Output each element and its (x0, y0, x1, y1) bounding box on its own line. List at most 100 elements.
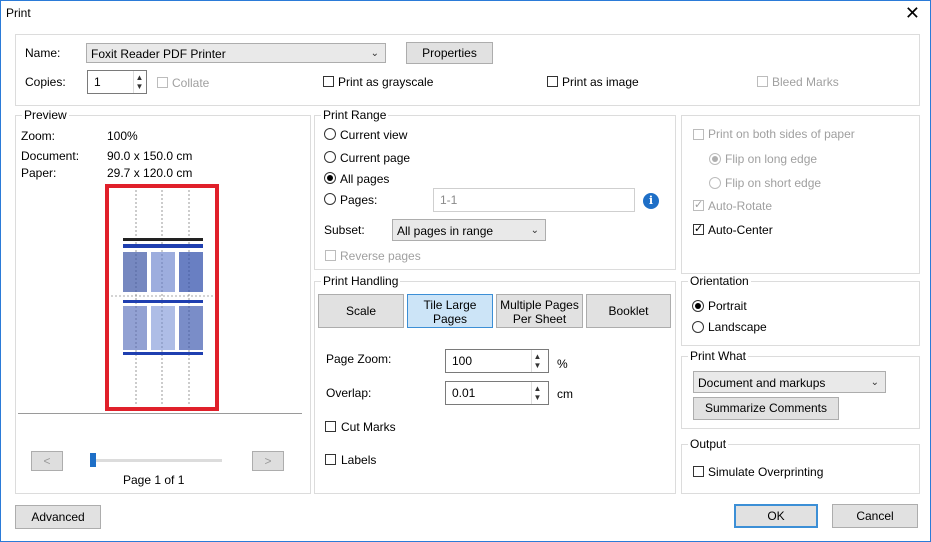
orientation-group: Orientation (681, 274, 920, 346)
scale-button[interactable]: Scale (318, 294, 404, 328)
grayscale-label: Print as grayscale (338, 75, 434, 89)
page-thumbnail-image (111, 190, 213, 405)
pages-input-value: 1-1 (440, 193, 458, 207)
flip-short-edge-label: Flip on short edge (725, 176, 822, 190)
collate-checkbox[interactable] (157, 77, 168, 88)
labels-label: Labels (341, 453, 377, 467)
reverse-pages-label: Reverse pages (340, 249, 421, 263)
current-page-radio[interactable] (324, 151, 336, 163)
page-slider-track[interactable] (90, 459, 222, 462)
previous-page-button[interactable]: < (31, 451, 63, 471)
printer-select[interactable]: Foxit Reader PDF Printer ⌄ (86, 43, 386, 63)
bleed-marks-checkbox[interactable] (757, 76, 768, 87)
page-zoom-stepper[interactable]: ▲▼ (531, 350, 548, 372)
current-page-label: Current page (340, 151, 411, 165)
simulate-overprinting-label: Simulate Overprinting (708, 465, 824, 479)
cancel-button[interactable]: Cancel (832, 504, 918, 528)
info-icon-glyph: i (648, 194, 654, 207)
flip-long-edge-label: Flip on long edge (725, 152, 818, 166)
info-icon[interactable]: i (643, 193, 659, 209)
subset-select-value: All pages in range (397, 224, 494, 238)
overlap-value: 0.01 (452, 386, 476, 400)
bleed-marks-label: Bleed Marks (772, 75, 839, 89)
tile-large-pages-line2: Pages (432, 312, 468, 326)
auto-rotate-label: Auto-Rotate (708, 199, 773, 213)
cut-marks-label: Cut Marks (341, 420, 396, 434)
print-handling-legend: Print Handling (321, 274, 401, 288)
print-as-image-label: Print as image (562, 75, 639, 89)
tile-large-pages-button[interactable]: Tile Large Pages (407, 294, 493, 328)
page-preview (105, 184, 219, 411)
multiple-pages-line1: Multiple Pages (500, 298, 579, 312)
document-label: Document: (21, 149, 80, 163)
portrait-radio[interactable] (692, 300, 704, 312)
auto-center-label: Auto-Center (708, 223, 773, 237)
print-what-select[interactable]: Document and markups ⌄ (693, 371, 886, 393)
ok-button[interactable]: OK (734, 504, 818, 528)
labels-checkbox[interactable] (325, 454, 336, 465)
close-icon[interactable]: ✕ (905, 3, 920, 23)
overlap-stepper[interactable]: ▲▼ (531, 382, 548, 404)
page-slider-thumb[interactable] (90, 453, 96, 467)
reverse-pages-checkbox[interactable] (325, 250, 336, 261)
zoom-label: Zoom: (21, 129, 56, 143)
flip-short-edge-radio[interactable] (709, 177, 721, 189)
cut-marks-checkbox[interactable] (325, 421, 336, 432)
preview-divider (18, 413, 302, 414)
copies-stepper[interactable]: ▲▼ (133, 71, 146, 93)
page-zoom-value: 100 (452, 354, 473, 368)
document-value: 90.0 x 150.0 cm (107, 149, 193, 163)
overlap-unit: cm (557, 387, 573, 401)
tile-large-pages-line1: Tile Large (423, 298, 477, 312)
summarize-comments-button[interactable]: Summarize Comments (693, 397, 839, 420)
pages-label: Pages: (340, 193, 378, 207)
both-sides-checkbox[interactable] (693, 129, 704, 140)
copies-label: Copies: (25, 75, 66, 89)
print-as-image-checkbox[interactable] (547, 76, 558, 87)
output-legend: Output (688, 437, 729, 451)
current-view-radio[interactable] (324, 128, 336, 140)
orientation-legend: Orientation (688, 274, 751, 288)
preview-legend: Preview (22, 108, 69, 122)
printer-select-value: Foxit Reader PDF Printer (91, 47, 226, 61)
current-view-label: Current view (340, 128, 408, 142)
grayscale-checkbox[interactable] (323, 76, 334, 87)
auto-center-checkbox[interactable] (693, 222, 704, 236)
zoom-value: 100% (107, 129, 138, 143)
name-label: Name: (25, 46, 61, 60)
subset-select[interactable]: All pages in range ⌄ (392, 219, 546, 241)
advanced-button[interactable]: Advanced (15, 505, 101, 529)
portrait-label: Portrait (708, 299, 747, 313)
multiple-pages-button[interactable]: Multiple Pages Per Sheet (496, 294, 583, 328)
all-pages-radio[interactable] (324, 172, 336, 184)
print-what-value: Document and markups (698, 376, 826, 390)
print-what-legend: Print What (688, 349, 749, 363)
properties-button[interactable]: Properties (406, 42, 493, 64)
overlap-label: Overlap: (326, 386, 372, 400)
all-pages-label: All pages (340, 172, 390, 186)
next-page-button[interactable]: > (252, 451, 284, 471)
page-zoom-unit: % (557, 357, 568, 371)
pages-radio[interactable] (324, 193, 336, 205)
collate-label: Collate (172, 76, 210, 90)
flip-long-edge-radio[interactable] (709, 153, 721, 165)
page-zoom-input[interactable]: 100 ▲▼ (445, 349, 549, 373)
auto-rotate-checkbox[interactable] (693, 198, 704, 212)
booklet-button[interactable]: Booklet (586, 294, 671, 328)
chevron-down-icon: ⌄ (530, 225, 539, 236)
simulate-overprinting-checkbox[interactable] (693, 466, 704, 477)
subset-label: Subset: (324, 223, 365, 237)
both-sides-label: Print on both sides of paper (708, 127, 855, 141)
overlap-input[interactable]: 0.01 ▲▼ (445, 381, 549, 405)
landscape-radio[interactable] (692, 321, 704, 333)
print-range-legend: Print Range (321, 108, 389, 122)
copies-value: 1 (94, 75, 101, 89)
landscape-label: Landscape (708, 320, 767, 334)
window-title: Print (6, 6, 31, 20)
pages-input[interactable]: 1-1 (433, 188, 635, 212)
paper-value: 29.7 x 120.0 cm (107, 166, 193, 180)
multiple-pages-line2: Per Sheet (512, 312, 567, 326)
page-zoom-label: Page Zoom: (326, 352, 392, 366)
paper-label: Paper: (21, 166, 57, 180)
copies-input[interactable]: 1 ▲▼ (87, 70, 147, 94)
